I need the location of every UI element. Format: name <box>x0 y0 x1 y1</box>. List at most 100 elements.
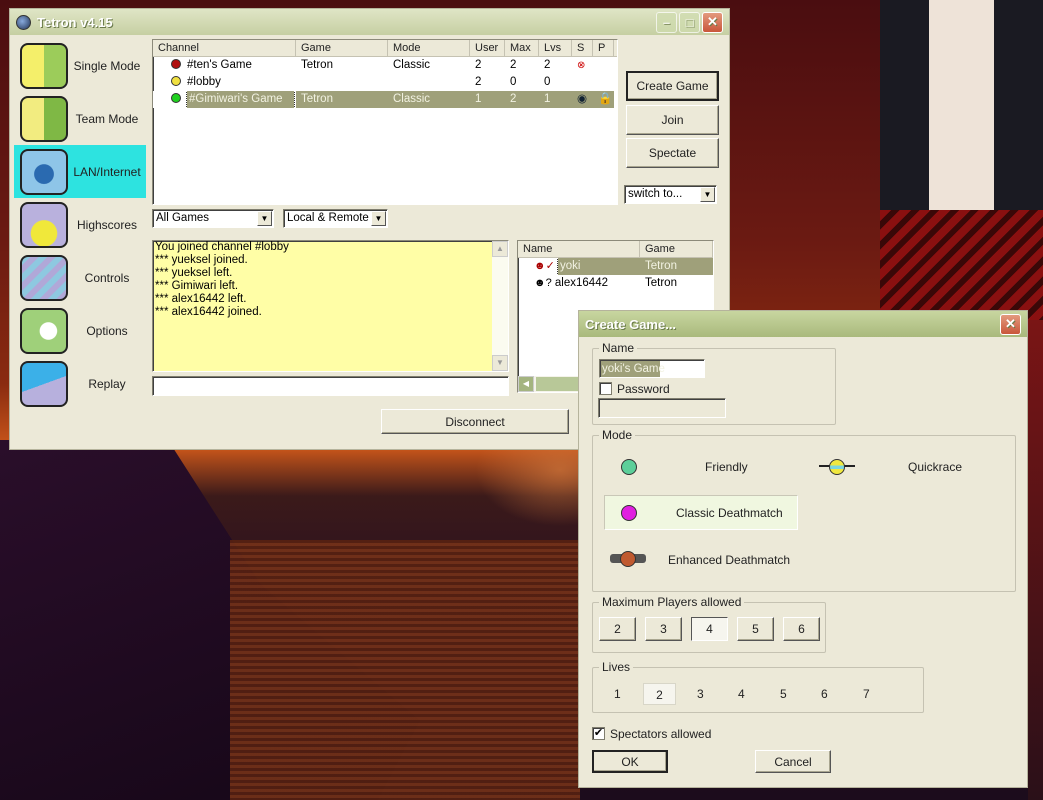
scroll-up-icon[interactable]: ▲ <box>492 241 508 257</box>
scroll-down-icon[interactable]: ▼ <box>492 355 508 371</box>
channel-status-icon <box>171 93 181 103</box>
controls-icon <box>20 254 68 301</box>
minimize-button[interactable]: – <box>656 11 677 33</box>
chat-input[interactable] <box>152 376 509 396</box>
wallpaper-water <box>230 540 580 800</box>
classic-deathmatch-icon <box>621 505 637 521</box>
col-channel[interactable]: Channel <box>153 40 296 56</box>
user-ready-icon: ☻✓ <box>534 260 555 272</box>
lock-icon: 🔒 <box>593 91 614 108</box>
highscores-icon <box>20 201 68 248</box>
max-players-5[interactable]: 5 <box>737 617 774 641</box>
disconnect-button[interactable]: Disconnect <box>381 409 569 434</box>
quickrace-face-icon <box>829 459 845 475</box>
password-label: Password <box>617 382 670 396</box>
wallpaper-character <box>880 0 1043 320</box>
user-row[interactable]: ☻? alex16442 Tetron <box>518 275 713 292</box>
channel-list[interactable]: Channel Game Mode User Max Lvs S P #ten'… <box>152 39 618 205</box>
lives-3[interactable]: 3 <box>697 687 704 701</box>
mode-option-enhanced-deathmatch[interactable]: Enhanced Deathmatch <box>604 545 804 575</box>
max-players-3[interactable]: 3 <box>645 617 682 641</box>
user-list-header: Name Game <box>518 241 713 258</box>
create-game-button[interactable]: Create Game <box>626 71 719 101</box>
sidebar-item-single-mode[interactable]: Single Mode <box>14 39 146 92</box>
channel-status-icon <box>171 59 181 69</box>
col-spectate[interactable]: S <box>572 40 593 56</box>
max-players-2[interactable]: 2 <box>599 617 636 641</box>
eye-icon: ◉ <box>572 91 593 108</box>
no-spectate-icon: ⊗ <box>577 60 586 71</box>
lives-group: Lives <box>592 660 924 713</box>
sidebar-item-lan-internet[interactable]: LAN/Internet <box>14 145 146 198</box>
app-globe-icon <box>16 14 31 30</box>
chat-scrollbar[interactable]: ▲ ▼ <box>492 241 508 371</box>
channel-status-icon <box>171 76 181 86</box>
col-user[interactable]: User <box>470 40 505 56</box>
switch-to-dropdown[interactable]: switch to... ▼ <box>624 185 717 204</box>
col-name[interactable]: Name <box>518 241 640 257</box>
chevron-down-icon: ▼ <box>700 187 715 202</box>
max-players-6[interactable]: 6 <box>783 617 820 641</box>
spectate-button[interactable]: Spectate <box>626 138 719 168</box>
join-button[interactable]: Join <box>626 105 719 135</box>
channel-row-selected[interactable]: #Gimiwari's Game Tetron Classic 1 2 1 ◉ … <box>153 91 617 108</box>
game-name-input[interactable] <box>599 359 705 378</box>
chat-log[interactable]: You joined channel #lobby *** yueksel jo… <box>152 240 509 372</box>
spectators-checkbox[interactable]: ✔ <box>592 727 605 740</box>
max-players-4[interactable]: 4 <box>691 617 728 641</box>
chat-line: *** yueksel joined. <box>155 254 248 266</box>
dialog-titlebar[interactable]: Create Game... ✕ <box>579 311 1027 337</box>
chevron-down-icon: ▼ <box>371 211 386 226</box>
chat-line: You joined channel #lobby <box>155 241 289 253</box>
create-game-dialog: Create Game... ✕ Name Password Mode Frie… <box>578 310 1028 788</box>
mode-option-quickrace[interactable]: Quickrace <box>814 451 1004 481</box>
dialog-title: Create Game... <box>585 316 677 332</box>
password-input[interactable] <box>598 398 726 418</box>
channel-row[interactable]: #lobby 2 0 0 <box>153 74 617 91</box>
lives-6[interactable]: 6 <box>821 687 828 701</box>
password-checkbox[interactable] <box>599 382 612 395</box>
scroll-left-icon[interactable]: ◀ <box>518 376 534 392</box>
dialog-close-button[interactable]: ✕ <box>1000 313 1021 335</box>
lives-5[interactable]: 5 <box>780 687 787 701</box>
sidebar-item-options[interactable]: Options <box>14 304 146 357</box>
lives-1[interactable]: 1 <box>614 687 621 701</box>
game-filter-dropdown[interactable]: All Games ▼ <box>152 209 274 228</box>
mode-option-classic-deathmatch[interactable]: Classic Deathmatch <box>604 495 798 530</box>
close-button[interactable]: ✕ <box>702 11 723 33</box>
mode-option-friendly[interactable]: Friendly <box>604 451 784 481</box>
friendly-icon <box>621 459 637 475</box>
team-mode-icon <box>20 95 68 142</box>
lives-7[interactable]: 7 <box>863 687 870 701</box>
mode-sidebar: Single Mode Team Mode LAN/Internet Highs… <box>14 39 146 410</box>
lives-2[interactable]: 2 <box>643 683 676 705</box>
sidebar-item-controls[interactable]: Controls <box>14 251 146 304</box>
chevron-down-icon: ▼ <box>257 211 272 226</box>
chat-line: *** yueksel left. <box>155 267 233 279</box>
col-mode[interactable]: Mode <box>388 40 470 56</box>
globe-icon <box>20 148 68 195</box>
chat-line: *** alex16442 left. <box>155 293 247 305</box>
sidebar-item-highscores[interactable]: Highscores <box>14 198 146 251</box>
single-mode-icon <box>20 42 68 89</box>
col-lvs[interactable]: Lvs <box>539 40 572 56</box>
lives-4[interactable]: 4 <box>738 687 745 701</box>
enhanced-deathmatch-icon <box>620 551 636 567</box>
col-private[interactable]: P <box>593 40 614 56</box>
main-titlebar[interactable]: Tetron v4.15 – □ ✕ <box>10 9 729 35</box>
col-user-game[interactable]: Game <box>640 241 713 257</box>
channel-list-header: Channel Game Mode User Max Lvs S P <box>153 40 617 57</box>
col-max[interactable]: Max <box>505 40 539 56</box>
user-waiting-icon: ☻? <box>534 277 552 289</box>
chat-line: *** Gimiwari left. <box>155 280 239 292</box>
cancel-button[interactable]: Cancel <box>755 750 831 773</box>
maximize-button[interactable]: □ <box>679 11 700 33</box>
ok-button[interactable]: OK <box>592 750 668 773</box>
channel-row[interactable]: #ten's Game Tetron Classic 2 2 2 ⊗ <box>153 57 617 74</box>
col-game[interactable]: Game <box>296 40 388 56</box>
user-row-selected[interactable]: ☻✓ yoki Tetron <box>518 258 713 275</box>
sidebar-item-replay[interactable]: Replay <box>14 357 146 410</box>
chat-line: *** alex16442 joined. <box>155 306 262 318</box>
sidebar-item-team-mode[interactable]: Team Mode <box>14 92 146 145</box>
location-filter-dropdown[interactable]: Local & Remote ▼ <box>283 209 388 228</box>
